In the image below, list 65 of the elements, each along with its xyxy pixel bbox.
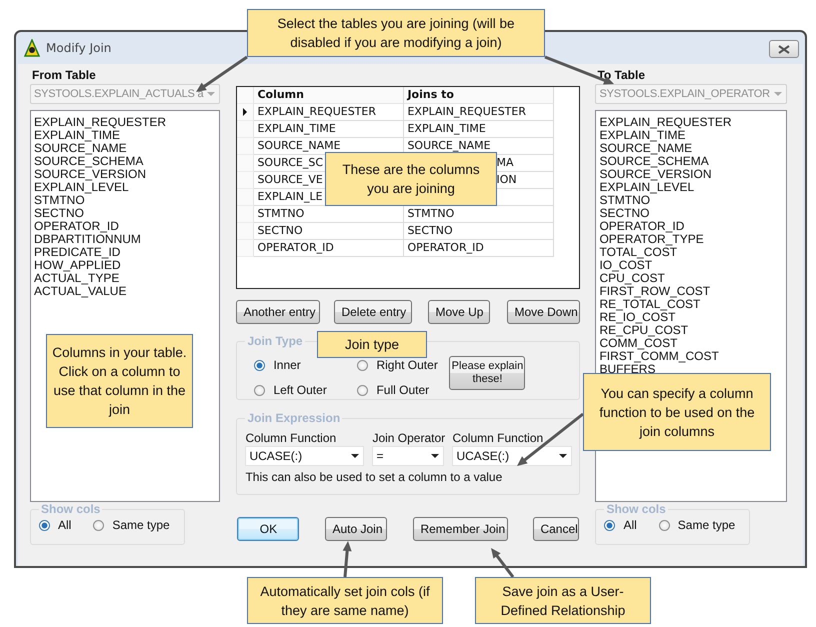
hint-text: This can also be used to set a column to a value <box>245 470 504 484</box>
radio-button[interactable] <box>357 384 368 396</box>
help-button[interactable]: Please explain these! <box>449 356 526 390</box>
radio-label: Right Outer <box>376 358 438 372</box>
table-cell: EXPLAIN_REQUESTER <box>404 104 554 121</box>
grid-button[interactable]: Another entry <box>236 300 320 324</box>
window-title: Modify Join <box>46 41 112 55</box>
caret-icon <box>431 454 440 458</box>
table-cell: EXPLAIN_REQUESTER <box>254 104 404 121</box>
field-label: Column Function <box>452 431 544 445</box>
app-icon <box>24 39 40 57</box>
group-title: Show cols <box>40 502 102 516</box>
table-cell: SECTNO <box>254 223 404 240</box>
table-cell: EXPLAIN_TIME <box>254 121 404 138</box>
callout-arrow <box>196 56 248 92</box>
caret-icon <box>207 92 216 96</box>
callout-arrow <box>342 541 352 578</box>
dialog-button[interactable]: Remember Join <box>413 517 508 541</box>
caret-icon <box>351 454 360 458</box>
current-row-icon <box>243 108 248 116</box>
callout-note: Columns in your table. Click on a column to use that column in the join <box>46 334 193 428</box>
callout-note: Join type <box>317 331 427 358</box>
callout-note: Select the tables you are joining (will be disabled if you are modifying a join) <box>247 9 545 57</box>
radio-label: Inner <box>273 358 301 372</box>
dropdown-field[interactable]: UCASE(:) <box>245 446 364 466</box>
radio-button[interactable] <box>357 360 368 370</box>
radio-label: All <box>623 518 637 532</box>
radio-label: All <box>58 518 72 532</box>
field-label: Join Operator <box>372 431 444 445</box>
field-label: Column Function <box>245 431 338 445</box>
close-icon <box>778 44 790 54</box>
radio-label: Same type <box>678 518 736 532</box>
callout-arrow <box>544 56 614 85</box>
table-cell: EXPLAIN_TIME <box>404 121 554 138</box>
table-label: From Table <box>31 67 97 84</box>
table-cell: OPERATOR_ID <box>404 240 554 257</box>
grid-button[interactable]: Move Down <box>507 300 580 324</box>
radio-label: Full Outer <box>376 383 430 397</box>
group-title: Join Type <box>246 334 304 348</box>
callout-arrow <box>491 548 514 578</box>
table-cell: OPERATOR_ID <box>254 240 404 257</box>
dialog-button[interactable]: OK <box>237 517 300 541</box>
radio-button[interactable] <box>254 360 266 370</box>
callout-note: You can specify a column function to be used on the join columns <box>583 373 771 451</box>
column-header: Column <box>254 87 404 104</box>
close-button[interactable] <box>769 40 799 58</box>
caret-icon <box>559 454 568 458</box>
radio-label: Same type <box>112 518 170 532</box>
dialog-button[interactable]: Cancel <box>533 517 580 541</box>
dialog-button[interactable]: Auto Join <box>325 517 388 541</box>
column-header: Joins to <box>404 87 554 104</box>
dropdown-field[interactable]: UCASE(:) <box>452 446 572 466</box>
table-cell: SECTNO <box>404 223 554 240</box>
caret-icon <box>774 92 782 96</box>
radio-label: Left Outer <box>273 383 327 397</box>
callout-note: Automatically set join cols (if they are same name) <box>247 577 443 624</box>
callout-note: Save join as a User-Defined Relationship <box>475 577 651 624</box>
dropdown-field[interactable]: = <box>372 446 444 466</box>
radio-button[interactable] <box>254 384 266 396</box>
group-title: Show cols <box>605 502 667 516</box>
group-title: Join Expression <box>246 411 342 425</box>
callout-note: These are the columns you are joining <box>325 152 497 206</box>
grid-button[interactable]: Move Up <box>428 300 490 324</box>
row-header[interactable] <box>237 104 254 121</box>
grid-button[interactable]: Delete entry <box>334 300 412 324</box>
